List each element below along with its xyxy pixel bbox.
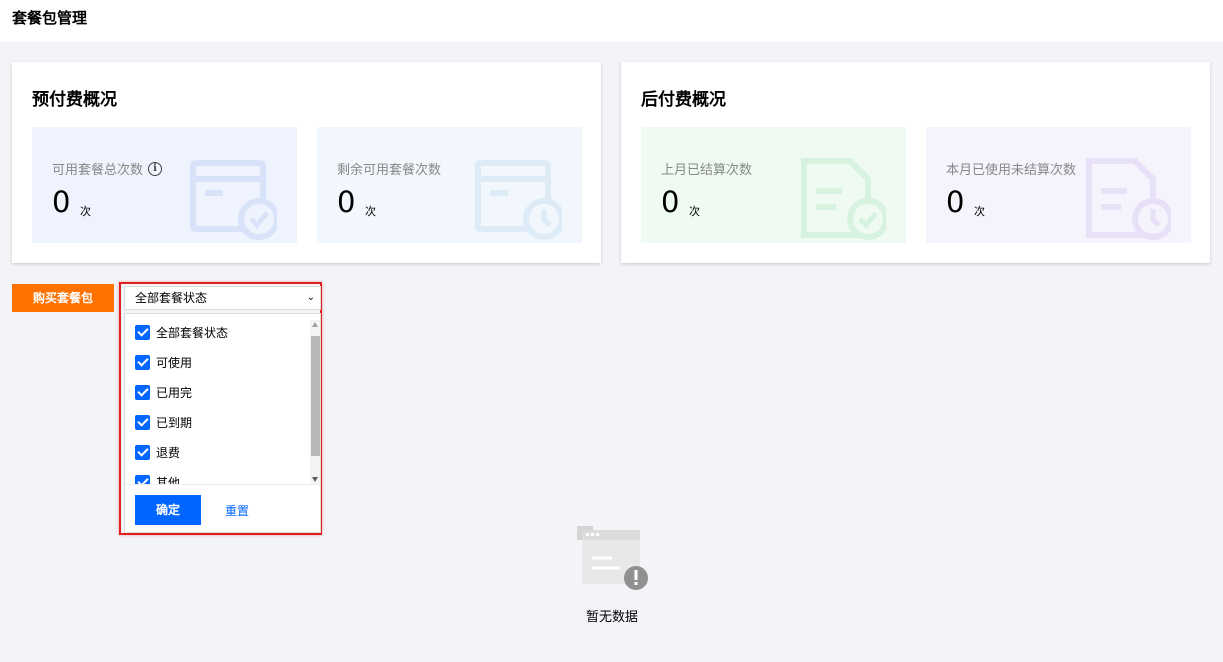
stat-value: 0 xyxy=(52,185,71,219)
stat-value: 0 xyxy=(661,185,680,219)
scroll-thumb[interactable] xyxy=(311,336,320,456)
reset-link[interactable]: 重置 xyxy=(225,502,249,519)
stat-unit: 次 xyxy=(689,205,700,218)
document-clock-icon xyxy=(1086,158,1171,240)
option-refunded[interactable]: 退费 xyxy=(135,442,180,462)
confirm-button[interactable]: 确定 xyxy=(135,495,201,525)
dropdown-footer: 确定 重置 xyxy=(125,484,320,532)
scroll-up-arrow-icon[interactable] xyxy=(312,322,318,327)
package-check-icon xyxy=(190,160,277,240)
prepaid-title: 预付费概况 xyxy=(32,90,117,110)
stat-unit: 次 xyxy=(80,205,91,218)
stat-card-remaining: 剩余可用套餐次数 0 次 xyxy=(317,127,582,243)
stat-label: 剩余可用套餐次数 xyxy=(337,163,442,178)
checkbox-checked[interactable] xyxy=(135,474,150,484)
stat-card-total-available: 可用套餐总次数 i 0 次 xyxy=(32,127,297,243)
checkbox-checked[interactable] xyxy=(135,414,150,430)
stat-card-this-month-unsettled: 本月已使用未结算次数 0 次 xyxy=(926,127,1191,243)
dropdown-scrollbar[interactable] xyxy=(310,320,320,484)
option-other[interactable]: 其他 xyxy=(135,472,180,484)
checkbox-checked[interactable] xyxy=(135,384,150,400)
document-check-icon xyxy=(801,158,886,240)
checkbox-checked[interactable] xyxy=(135,354,150,370)
buy-package-button[interactable]: 购买套餐包 xyxy=(12,284,114,312)
option-list: 全部套餐状态 可使用 已用完 已到期 退费 其他 xyxy=(125,314,310,484)
empty-data-icon xyxy=(577,526,648,590)
chevron-down-icon: ⌄ xyxy=(306,292,315,303)
top-bar: 套餐包管理 xyxy=(0,0,1223,42)
info-icon[interactable]: i xyxy=(148,161,163,176)
option-used-up[interactable]: 已用完 xyxy=(135,382,192,402)
status-dropdown: 全部套餐状态 可使用 已用完 已到期 退费 其他 确定 重置 xyxy=(124,313,321,533)
option-available[interactable]: 可使用 xyxy=(135,352,192,372)
stat-card-last-month-settled: 上月已结算次数 0 次 xyxy=(641,127,906,243)
package-status-select[interactable]: 全部套餐状态 ⌄ xyxy=(124,286,321,310)
checkbox-checked[interactable] xyxy=(135,444,150,460)
stat-value: 0 xyxy=(337,185,356,219)
package-clock-icon xyxy=(475,160,562,240)
stat-unit: 次 xyxy=(365,205,376,218)
page-title: 套餐包管理 xyxy=(12,9,88,27)
checkbox-checked[interactable] xyxy=(135,324,150,340)
empty-state-text: 暂无数据 xyxy=(585,610,638,625)
scroll-down-arrow-icon[interactable] xyxy=(312,477,318,482)
stat-value: 0 xyxy=(946,185,965,219)
prepaid-overview-panel: 预付费概况 可用套餐总次数 i 0 次 剩余可用套餐次数 0 次 xyxy=(12,62,601,263)
option-all-status[interactable]: 全部套餐状态 xyxy=(135,322,228,342)
status-select-value: 全部套餐状态 xyxy=(135,291,208,305)
stat-unit: 次 xyxy=(974,205,985,218)
option-expired[interactable]: 已到期 xyxy=(135,412,192,432)
postpaid-overview-panel: 后付费概况 上月已结算次数 0 次 本月已使用未结算次数 0 次 xyxy=(621,62,1210,263)
postpaid-title: 后付费概况 xyxy=(641,90,726,110)
stat-label: 上月已结算次数 xyxy=(661,163,753,178)
stat-label: 本月已使用未结算次数 xyxy=(946,163,1077,178)
stat-label: 可用套餐总次数 i xyxy=(52,159,163,178)
